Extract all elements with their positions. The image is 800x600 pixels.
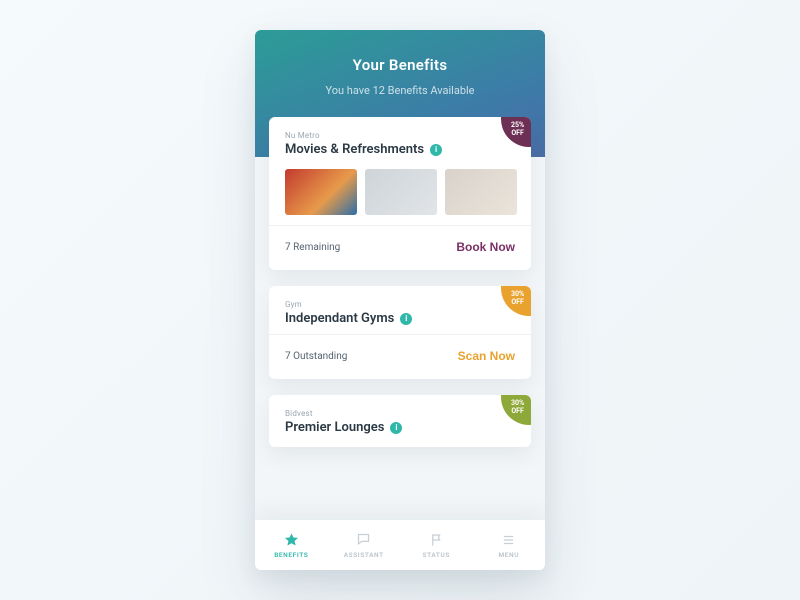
phone-frame: Your Benefits You have 12 Benefits Avail… (255, 30, 545, 570)
tab-label: ASSISTANT (344, 551, 384, 559)
menu-icon (500, 532, 518, 548)
benefit-card[interactable]: 30%OFF Gym Independant Gyms i 7 Outstand… (269, 286, 531, 379)
card-supertitle: Bidvest (285, 409, 515, 418)
star-icon (282, 532, 300, 548)
tab-menu[interactable]: MENU (473, 520, 546, 570)
status-text: 7 Outstanding (285, 351, 347, 362)
book-now-button[interactable]: Book Now (456, 236, 515, 258)
divider (269, 334, 531, 335)
tab-label: MENU (498, 551, 519, 559)
benefit-card[interactable]: 30%OFF Bidvest Premier Lounges i (269, 395, 531, 447)
info-icon[interactable]: i (430, 144, 442, 156)
card-supertitle: Nu Metro (285, 131, 515, 140)
movie-thumbnails[interactable] (285, 169, 519, 215)
card-supertitle: Gym (285, 300, 515, 309)
card-title: Premier Lounges (285, 420, 384, 435)
tab-label: BENEFITS (274, 551, 308, 559)
thumbnail[interactable] (445, 169, 517, 215)
divider (269, 225, 531, 226)
tab-bar: BENEFITS ASSISTANT STATUS MENU (255, 520, 545, 570)
tab-assistant[interactable]: ASSISTANT (328, 520, 401, 570)
page-subtitle: You have 12 Benefits Available (275, 84, 525, 97)
flag-icon (427, 532, 445, 548)
chat-icon (355, 532, 373, 548)
thumbnail[interactable] (365, 169, 437, 215)
card-title: Movies & Refreshments (285, 142, 424, 157)
tab-benefits[interactable]: BENEFITS (255, 520, 328, 570)
thumbnail[interactable] (285, 169, 357, 215)
page-title: Your Benefits (275, 56, 525, 74)
info-icon[interactable]: i (400, 313, 412, 325)
benefit-list[interactable]: 25%OFF Nu Metro Movies & Refreshments i … (255, 117, 545, 570)
status-text: 7 Remaining (285, 242, 340, 253)
tab-status[interactable]: STATUS (400, 520, 473, 570)
scan-now-button[interactable]: Scan Now (458, 345, 515, 367)
info-icon[interactable]: i (390, 422, 402, 434)
tab-label: STATUS (423, 551, 450, 559)
benefit-card[interactable]: 25%OFF Nu Metro Movies & Refreshments i … (269, 117, 531, 270)
card-title: Independant Gyms (285, 311, 394, 326)
